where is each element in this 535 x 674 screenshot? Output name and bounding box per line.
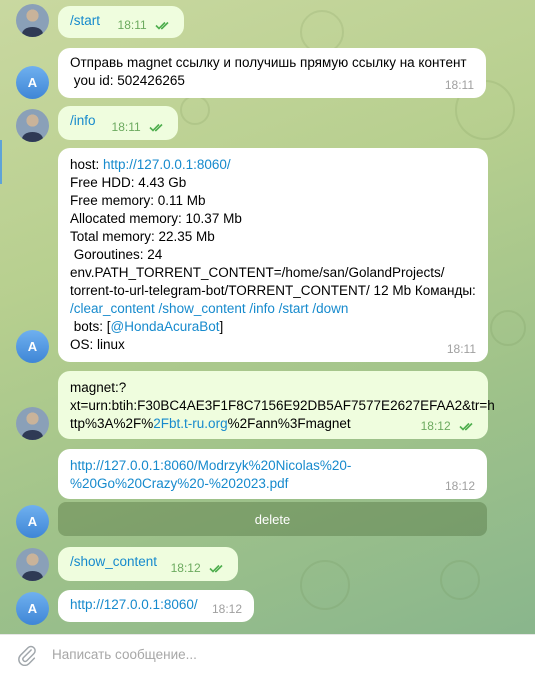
message-outgoing[interactable]: /start 18:11: [58, 6, 184, 38]
message-time: 18:11: [111, 120, 141, 134]
double-check-icon: [155, 22, 169, 30]
env-line: env.PATH_TORRENT_CONTENT=/home/san/Golan…: [70, 265, 445, 280]
message-incoming[interactable]: http://127.0.0.1:8060/ 18:12: [58, 590, 254, 622]
avatar-letter: A: [27, 601, 38, 616]
magnet-line: ttp%3A%2F%2Fbt.t-ru.org%2Fann%3Fmagnet: [70, 415, 476, 433]
user-avatar[interactable]: [16, 109, 49, 142]
message-input[interactable]: [52, 639, 512, 670]
avatar-letter: A: [27, 339, 38, 354]
message-time: 18:11: [444, 78, 474, 92]
free-hdd: Free HDD: 4.43 Gb: [70, 175, 187, 190]
file-link[interactable]: %20Go%20Crazy%20-%202023.pdf: [70, 475, 475, 493]
avatar-letter: A: [27, 75, 38, 90]
bot-avatar[interactable]: A: [16, 592, 49, 625]
message-time: 18:11: [117, 18, 147, 32]
background-doodle: [300, 560, 350, 610]
bot-avatar[interactable]: A: [16, 66, 49, 99]
goroutines: Goroutines: 24: [70, 247, 163, 262]
bot-avatar[interactable]: A: [16, 505, 49, 538]
bot-avatar[interactable]: A: [16, 330, 49, 363]
message-text[interactable]: /show_content: [70, 554, 157, 569]
message-line: you id: 502426265: [70, 73, 185, 88]
message-time: 18:12: [420, 419, 451, 433]
double-check-icon: [209, 565, 223, 573]
message-composer: [0, 634, 535, 674]
chat-area[interactable]: /start 18:11 A Отправь magnet ссылку и п…: [0, 0, 535, 634]
magnet-part: %2Fann%3Fmagnet: [227, 416, 351, 431]
message-time: 18:12: [170, 561, 201, 575]
message-meta: 18:11: [112, 118, 166, 136]
message-incoming[interactable]: http://127.0.0.1:8060/Modrzyk%20Nicolas%…: [58, 449, 487, 499]
free-memory: Free memory: 0.11 Mb: [70, 193, 206, 208]
user-avatar[interactable]: [16, 407, 49, 440]
bots-line: bots: [@HondaAcuraBot]: [70, 318, 476, 336]
message-incoming[interactable]: Отправь magnet ссылку и получишь прямую …: [58, 48, 486, 98]
message-time: 18:11: [446, 342, 476, 356]
url-link[interactable]: http://127.0.0.1:8060/: [70, 597, 198, 612]
allocated-memory: Allocated memory: 10.37 Mb: [70, 211, 242, 226]
message-meta: 18:12: [421, 417, 476, 435]
avatar-letter: A: [27, 514, 38, 529]
user-avatar[interactable]: [16, 548, 49, 581]
message-meta: 18:12: [171, 559, 226, 577]
magnet-part: ttp%3A%2F%: [70, 416, 154, 431]
delete-button[interactable]: delete: [58, 502, 487, 536]
magnet-line: magnet:?: [70, 380, 127, 395]
scroll-accent: [0, 140, 2, 184]
host-link[interactable]: http://127.0.0.1:8060/: [103, 157, 231, 172]
message-line: Отправь magnet ссылку и получишь прямую …: [70, 55, 467, 70]
background-doodle: [440, 560, 480, 600]
magnet-line: xt=urn:btih:F30BC4AE3F1F8C7156E92DB5AF75…: [70, 398, 495, 413]
message-incoming[interactable]: host: http://127.0.0.1:8060/ Free HDD: 4…: [58, 148, 488, 362]
os-line: OS: linux: [70, 337, 125, 352]
message-outgoing[interactable]: /info 18:11: [58, 106, 178, 140]
message-meta: 18:11: [118, 16, 172, 34]
message-time: 18:12: [211, 602, 242, 616]
env-line: torrent-to-url-telegram-bot/TORRENT_CONT…: [70, 283, 476, 298]
bots-prefix: bots: [: [70, 319, 111, 334]
magnet-link[interactable]: 2Fbt.t-ru.org: [153, 416, 227, 431]
total-memory: Total memory: 22.35 Mb: [70, 229, 215, 244]
commands-list[interactable]: /clear_content /show_content /info /star…: [70, 300, 476, 318]
file-link[interactable]: http://127.0.0.1:8060/Modrzyk%20Nicolas%…: [70, 457, 475, 475]
message-outgoing[interactable]: /show_content 18:12: [58, 547, 238, 581]
message-outgoing[interactable]: magnet:? xt=urn:btih:F30BC4AE3F1F8C7156E…: [58, 371, 495, 439]
message-text[interactable]: /info: [70, 113, 96, 128]
host-label: host:: [70, 157, 104, 172]
host-line: host: http://127.0.0.1:8060/: [70, 156, 476, 174]
background-doodle: [490, 310, 526, 346]
message-time: 18:12: [444, 479, 475, 493]
user-avatar[interactable]: [16, 4, 49, 37]
bot-mention-link[interactable]: @HondaAcuraBot: [111, 319, 220, 334]
message-text[interactable]: /start: [70, 13, 100, 28]
background-doodle: [180, 95, 210, 125]
double-check-icon: [459, 423, 473, 431]
bots-suffix: ]: [219, 319, 224, 334]
double-check-icon: [149, 124, 163, 132]
paperclip-icon[interactable]: [16, 644, 38, 666]
